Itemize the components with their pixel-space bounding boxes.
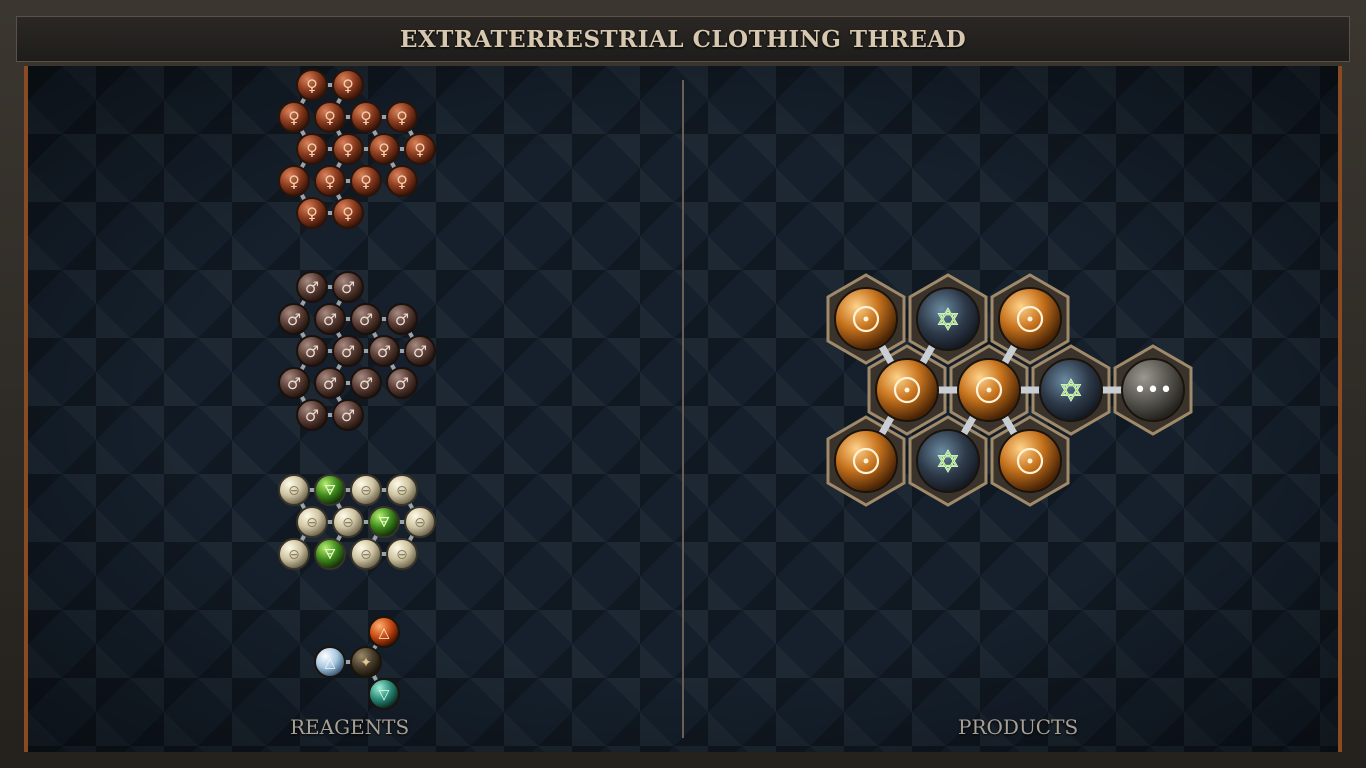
elemental-reagent-molecule[interactable]: △ △ ✦ ▽ [314, 616, 400, 710]
salt-reagent-molecule[interactable]: ⊖ 🜃 ⊖ ⊖ ⊖ ⊖ 🜃 ⊖ ⊖ 🜃 ⊖ ⊖ [278, 474, 436, 570]
svg-text:♀: ♀ [306, 76, 318, 95]
svg-text:♀: ♀ [306, 204, 318, 223]
svg-text:♂: ♂ [323, 310, 337, 329]
svg-text:⊖: ⊖ [288, 547, 300, 563]
svg-text:♀: ♀ [414, 140, 426, 159]
svg-text:♂: ♂ [359, 374, 373, 393]
svg-text:⊖: ⊖ [396, 547, 408, 563]
svg-text:♀: ♀ [306, 140, 318, 159]
svg-text:🜃: 🜃 [378, 515, 390, 531]
svg-text:⊖: ⊖ [306, 515, 318, 531]
svg-text:♀: ♀ [360, 108, 372, 127]
svg-text:⊖: ⊖ [288, 483, 300, 499]
svg-text:♂: ♂ [305, 278, 319, 297]
svg-text:♀: ♀ [396, 172, 408, 191]
svg-text:♀: ♀ [342, 76, 354, 95]
svg-text:△: △ [379, 625, 390, 641]
svg-text:♂: ♂ [341, 278, 355, 297]
svg-text:♀: ♀ [342, 140, 354, 159]
svg-text:⊖: ⊖ [342, 515, 354, 531]
svg-text:♀: ♀ [342, 204, 354, 223]
svg-text:🜃: 🜃 [324, 483, 336, 499]
svg-text:✡: ✡ [1058, 374, 1083, 409]
svg-text:⊖: ⊖ [396, 483, 408, 499]
svg-text:▽: ▽ [379, 687, 390, 703]
svg-text:♂: ♂ [341, 342, 355, 361]
svg-text:△: △ [325, 655, 336, 671]
svg-text:♀: ♀ [396, 108, 408, 127]
svg-text:♂: ♂ [413, 342, 427, 361]
svg-text:✡: ✡ [935, 445, 960, 480]
product-molecule[interactable]: ✡ ✡ ✡ ••• [826, 273, 1193, 507]
svg-text:♂: ♂ [287, 310, 301, 329]
svg-text:⊖: ⊖ [360, 547, 372, 563]
svg-text:♂: ♂ [359, 310, 373, 329]
svg-text:♂: ♂ [377, 342, 391, 361]
svg-text:♂: ♂ [341, 406, 355, 425]
svg-text:♀: ♀ [288, 108, 300, 127]
svg-text:♀: ♀ [378, 140, 390, 159]
svg-text:♂: ♂ [305, 406, 319, 425]
svg-text:♂: ♂ [287, 374, 301, 393]
svg-text:•••: ••• [1134, 378, 1173, 403]
svg-text:✡: ✡ [935, 303, 960, 338]
window-frame: EXTRATERRESTRIAL CLOTHING THREAD REAGENT… [0, 0, 1366, 768]
svg-text:♀: ♀ [360, 172, 372, 191]
svg-text:♂: ♂ [395, 310, 409, 329]
svg-text:♀: ♀ [324, 172, 336, 191]
svg-text:⊖: ⊖ [360, 483, 372, 499]
svg-text:⊖: ⊖ [414, 515, 426, 531]
copper-reagent-molecule[interactable]: ♀ ♀ ♀ ♀ ♀ ♀ ♀ ♀ ♀ ♀ ♀ ♀ ♀ ♀ ♀ ♀ [278, 69, 436, 229]
svg-text:🜃: 🜃 [324, 547, 336, 563]
svg-text:♂: ♂ [323, 374, 337, 393]
svg-text:♀: ♀ [324, 108, 336, 127]
svg-text:♀: ♀ [288, 172, 300, 191]
molecules-canvas: ♀ ♀ ♀ ♀ ♀ ♀ ♀ ♀ ♀ ♀ ♀ ♀ ♀ ♀ ♀ ♀ ♂ ♂ ♂ ♂ … [278, 69, 1193, 710]
svg-text:♂: ♂ [305, 342, 319, 361]
svg-text:✦: ✦ [360, 655, 372, 671]
svg-text:♂: ♂ [395, 374, 409, 393]
iron-reagent-molecule[interactable]: ♂ ♂ ♂ ♂ ♂ ♂ ♂ ♂ ♂ ♂ ♂ ♂ ♂ ♂ ♂ ♂ [278, 271, 436, 431]
